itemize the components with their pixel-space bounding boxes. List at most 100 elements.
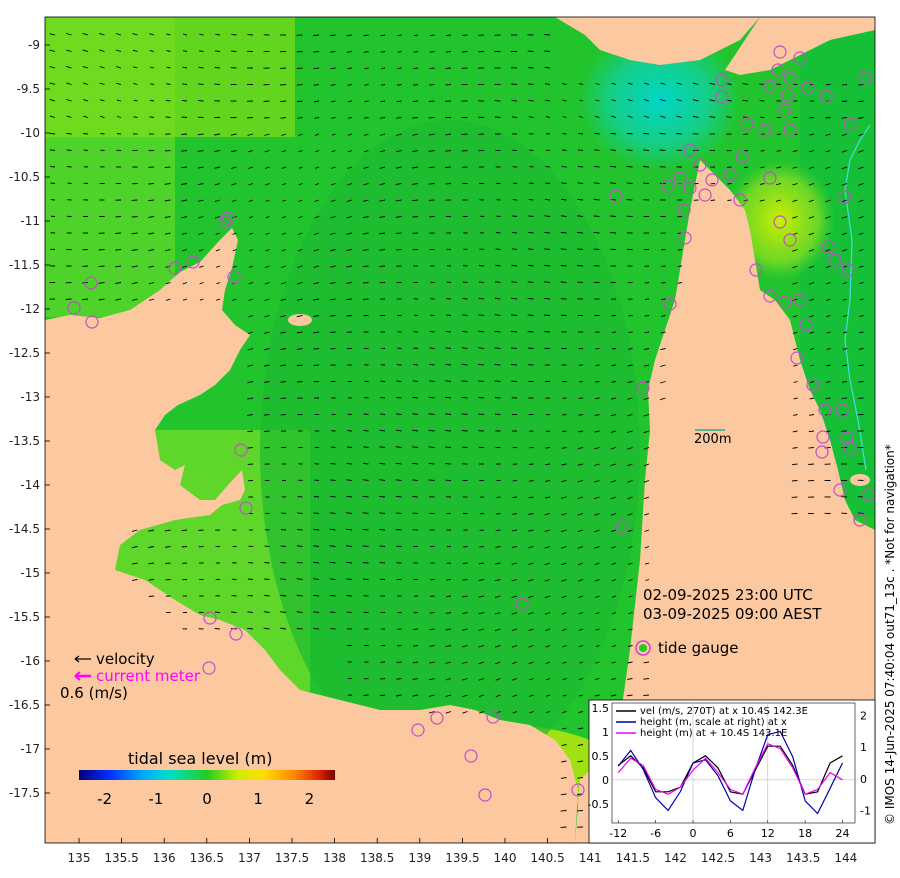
timeseries-yleft-tick-label: 0: [602, 774, 609, 787]
velocity-arrow: [445, 429, 452, 432]
y-tick-label: -14: [20, 478, 40, 492]
velocity-arrow: [362, 545, 369, 547]
timeseries-x-tick-label: -12: [609, 827, 627, 840]
velocity-arrow: [776, 133, 782, 136]
velocity-arrow: [280, 397, 287, 400]
velocity-arrow: [544, 34, 551, 36]
velocity-arrow: [544, 50, 551, 52]
colorbar-title: tidal sea level (m): [128, 749, 272, 768]
velocity-arrow: [578, 132, 584, 135]
velocity-arrow: [181, 133, 188, 135]
velocity-arrow: [577, 248, 584, 250]
velocity-arrow: [280, 84, 287, 86]
velocity-arrow: [313, 51, 320, 53]
velocity-arrow: [264, 430, 270, 432]
velocity-arrow: [98, 249, 105, 251]
velocity-arrow: [511, 364, 518, 366]
x-tick-label: 140: [494, 851, 517, 865]
velocity-arrow: [297, 512, 303, 514]
velocity-arrow: [346, 315, 353, 317]
timeseries-legend-label: height (m, scale at right) at x: [640, 717, 787, 728]
velocity-arrow: [264, 578, 270, 580]
velocity-arrow: [527, 331, 534, 333]
timeseries-yleft-tick-label: 1.5: [592, 702, 610, 715]
velocity-arrow: [808, 463, 815, 465]
timestamp-utc: 02-09-2025 23:00 UTC: [643, 586, 813, 604]
velocity-arrow: [461, 51, 468, 53]
velocity-arrow: [379, 265, 386, 267]
timeseries-x-tick-label: 24: [836, 827, 850, 840]
velocity-arrow: [643, 166, 650, 168]
timeseries-x-tick-label: 12: [761, 827, 775, 840]
velocity-arrow: [478, 380, 485, 382]
velocity-arrow: [164, 166, 171, 169]
velocity-arrow: [428, 183, 435, 185]
velocity-arrow: [577, 265, 584, 267]
current-meter-label: current meter: [96, 667, 201, 685]
x-tick-label: 142: [664, 851, 687, 865]
velocity-arrow: [181, 546, 188, 548]
y-tick-label: -13: [20, 390, 40, 404]
velocity-arrow: [429, 612, 435, 614]
velocity-arrow: [412, 117, 419, 119]
timeseries-x-tick-label: 18: [798, 827, 812, 840]
velocity-arrow: [363, 429, 369, 432]
timeseries-yleft-tick-label: 1: [602, 726, 609, 739]
velocity-arrow: [461, 413, 468, 415]
velocity-arrow: [479, 265, 485, 267]
velocity-arrow: [545, 166, 551, 168]
velocity-arrow: [428, 479, 435, 481]
velocity-arrow: [429, 347, 435, 349]
velocity-arrow: [247, 578, 254, 580]
velocity-arrow: [380, 397, 386, 399]
tidal-map-figure: 135 135.5 136 136.5 137 137.5 138 138.5 139 139.5…: [9, 16, 897, 865]
velocity-arrow: [808, 447, 815, 449]
velocity-arrow: [462, 34, 468, 37]
tide-gauge-label: tide gauge: [658, 639, 739, 657]
velocity-arrow: [429, 331, 435, 333]
velocity-arrow: [561, 430, 567, 433]
velocity-arrow: [495, 248, 501, 250]
y-tick-label: -9.5: [17, 82, 40, 96]
velocity-arrow: [644, 298, 650, 300]
velocity-arrow: [495, 232, 501, 234]
credit-text: © IMOS 14-Jun-2025 07:40:04 out71_13c . …: [883, 444, 897, 825]
velocity-arrow: [214, 67, 221, 69]
y-tick-label: -10: [20, 126, 40, 140]
x-tick-label: 138: [323, 851, 346, 865]
y-tick-label: -11: [20, 214, 40, 228]
y-tick-label: -15: [20, 566, 40, 580]
velocity-arrow: [313, 348, 320, 350]
velocity-arrow: [50, 182, 56, 184]
velocity-arrow: [296, 67, 303, 70]
velocity-arrow: [626, 182, 633, 184]
y-tick-label: -14.5: [9, 522, 40, 536]
timestamp-local: 03-09-2025 09:00 AEST: [643, 605, 822, 623]
velocity-arrow: [560, 810, 567, 812]
y-tick-label: -12.5: [9, 346, 40, 360]
velocity-arrow: [479, 546, 485, 548]
velocity-arrow: [263, 117, 270, 119]
velocity-arrow: [329, 594, 336, 597]
velocity-arrow: [329, 611, 336, 613]
velocity-arrow: [659, 132, 666, 135]
velocity-arrow: [445, 166, 452, 168]
x-tick-label: 135.5: [104, 851, 138, 865]
velocity-arrow: [760, 150, 765, 152]
velocity-arrow: [181, 99, 188, 102]
velocity-arrow: [512, 496, 518, 499]
velocity-arrow: [462, 297, 468, 300]
velocity-arrow: [544, 314, 551, 316]
timeseries-inset: -12 -6 0 6 12 18 24 1.5 1 0.5 0 -0.5 2 1 0 -1 vel (m/s,…: [588, 699, 876, 844]
velocity-arrow: [644, 315, 650, 317]
velocity-arrow: [214, 50, 221, 52]
velocity-arrow: [280, 545, 287, 547]
timeseries-x-tick-label: -6: [650, 827, 661, 840]
velocity-arrow: [825, 117, 831, 119]
velocity-arrow: [395, 512, 402, 514]
velocity-arrow: [280, 529, 287, 531]
velocity-arrow: [494, 380, 501, 382]
velocity-arrow: [413, 347, 419, 349]
velocity-arrow: [495, 513, 501, 515]
timeseries-x-tick-label: 0: [690, 827, 697, 840]
